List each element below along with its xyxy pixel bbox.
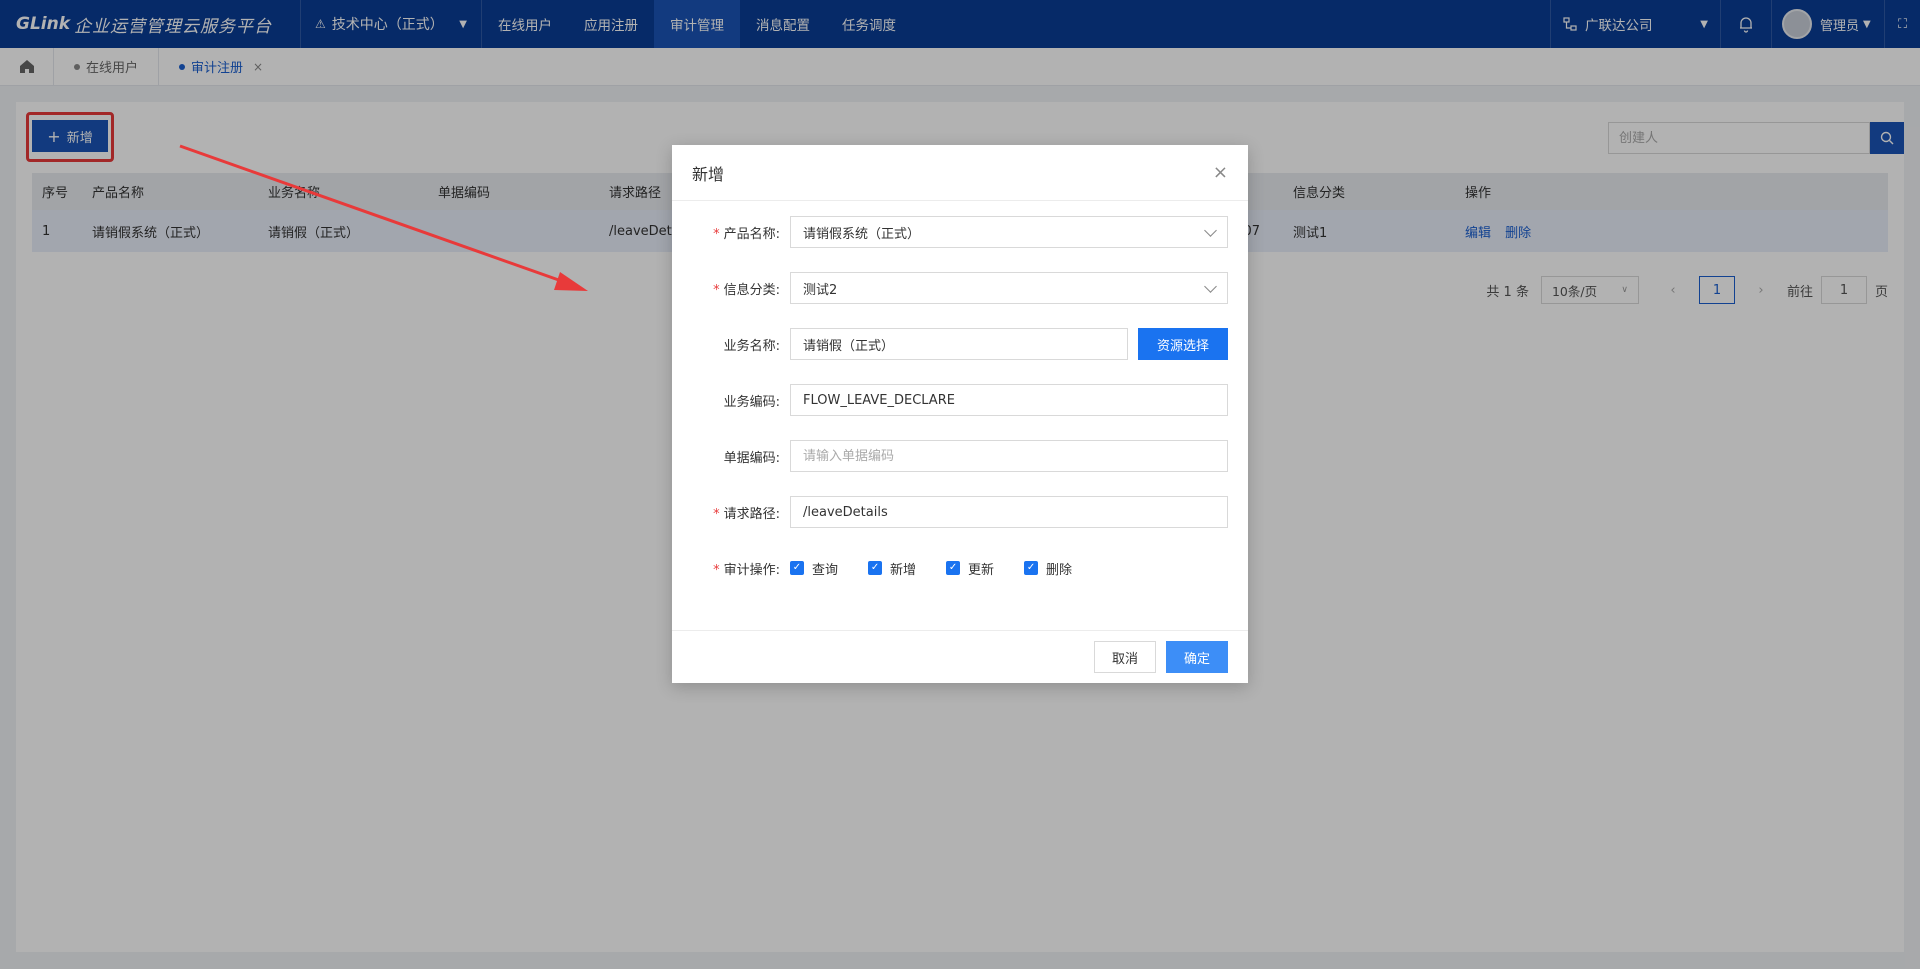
biz-code-input[interactable] <box>790 384 1228 416</box>
dialog-footer: 取消 确定 <box>672 631 1248 683</box>
category-select-value: 测试2 <box>803 282 838 298</box>
category-select[interactable]: 测试2 <box>790 272 1228 304</box>
cancel-button[interactable]: 取消 <box>1094 641 1156 673</box>
required-mark: * <box>713 282 720 298</box>
checkbox-label: 新增 <box>890 562 917 578</box>
row-ops: * 审计操作: ✓ 查询 ✓ 新增 ✓ 更新 ✓ 删除 <box>692 552 1228 584</box>
close-icon[interactable]: × <box>1213 162 1228 183</box>
row-biz-code: 业务编码: <box>692 384 1228 416</box>
checkbox-checked-icon: ✓ <box>946 561 961 575</box>
checkbox-update[interactable]: ✓ 更新 <box>946 559 994 578</box>
required-mark: * <box>713 562 720 578</box>
path-label-text: 请求路径: <box>723 506 780 522</box>
doc-code-label: 单据编码: <box>723 450 780 466</box>
confirm-button[interactable]: 确定 <box>1166 641 1228 673</box>
checkbox-label: 删除 <box>1046 562 1073 578</box>
checkbox-checked-icon: ✓ <box>1024 561 1039 575</box>
chevron-down-icon <box>1204 279 1217 293</box>
doc-code-input[interactable] <box>790 440 1228 472</box>
biz-code-label: 业务编码: <box>723 394 780 410</box>
product-select-value: 请销假系统（正式） <box>803 226 921 242</box>
required-mark: * <box>713 506 720 522</box>
business-field-value: 请销假（正式） <box>803 338 895 354</box>
business-label: 业务名称: <box>723 338 780 354</box>
ops-label-text: 审计操作: <box>723 562 780 578</box>
path-label: * 请求路径: <box>692 503 790 522</box>
required-mark: * <box>713 226 720 242</box>
dialog-body: * 产品名称: 请销假系统（正式） * 信息分类: 测试2 业务名称: 请销假（正式… <box>672 201 1248 631</box>
checkbox-label: 更新 <box>968 562 995 578</box>
checkbox-label: 查询 <box>812 562 839 578</box>
row-category: * 信息分类: 测试2 <box>692 272 1228 304</box>
checkbox-checked-icon: ✓ <box>868 561 883 575</box>
checkbox-delete[interactable]: ✓ 删除 <box>1024 559 1072 578</box>
dialog-title: 新增 <box>692 164 725 184</box>
checkbox-query[interactable]: ✓ 查询 <box>790 559 838 578</box>
add-dialog: 新增 × * 产品名称: 请销假系统（正式） * 信息分类: 测试2 业务名称: 请… <box>672 145 1248 683</box>
dialog-header: 新增 × <box>672 145 1248 201</box>
product-label-text: 产品名称: <box>723 226 780 242</box>
chevron-down-icon <box>1204 223 1217 237</box>
row-product: * 产品名称: 请销假系统（正式） <box>692 216 1228 248</box>
category-label: * 信息分类: <box>692 279 790 298</box>
checkbox-add[interactable]: ✓ 新增 <box>868 559 916 578</box>
path-input[interactable] <box>790 496 1228 528</box>
checkbox-checked-icon: ✓ <box>790 561 804 575</box>
product-label: * 产品名称: <box>692 223 790 242</box>
ops-label: * 审计操作: <box>692 559 790 578</box>
category-label-text: 信息分类: <box>723 282 780 298</box>
row-path: * 请求路径: <box>692 496 1228 528</box>
ops-checkbox-group: ✓ 查询 ✓ 新增 ✓ 更新 ✓ 删除 <box>790 559 1102 578</box>
product-select[interactable]: 请销假系统（正式） <box>790 216 1228 248</box>
business-field[interactable]: 请销假（正式） <box>790 328 1128 360</box>
row-business: 业务名称: 请销假（正式） 资源选择 <box>692 328 1228 360</box>
row-doc-code: 单据编码: <box>692 440 1228 472</box>
resource-select-button[interactable]: 资源选择 <box>1138 328 1228 360</box>
